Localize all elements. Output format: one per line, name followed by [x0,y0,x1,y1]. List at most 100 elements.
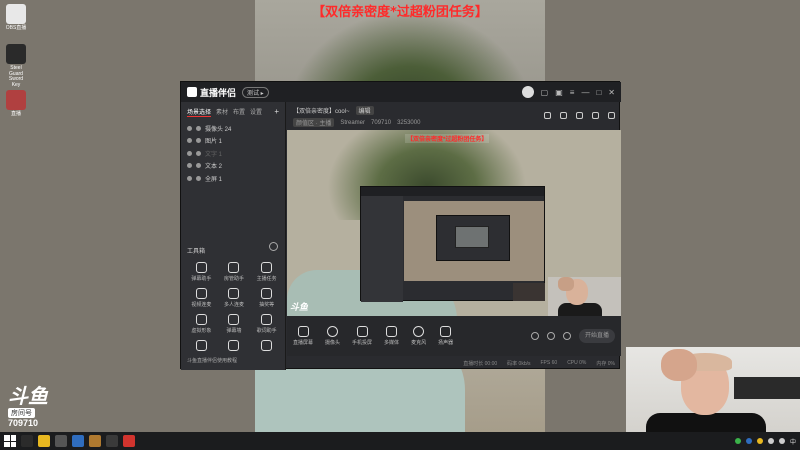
eye-icon[interactable] [187,138,192,144]
network-icon[interactable] [767,438,774,444]
tab-scene[interactable]: 场景选择 [187,107,212,117]
settings-icon[interactable] [547,332,555,340]
media-button[interactable]: 多媒体 [384,326,399,346]
tool-avatar[interactable]: 虚拟形象 [185,314,218,334]
play-icon [386,326,398,337]
window-controls: ▢ ▣ ≡ — □ ✕ [521,86,615,98]
eye-icon[interactable] [187,175,192,181]
source-item[interactable]: 摄像头 24 [181,122,285,135]
record-icon[interactable] [531,332,539,340]
status-item: CPU 0% [567,360,587,366]
right-panel: 【双倍亲密度】cool~ 编辑 颜值区 · 主播 Streamer 709710… [287,102,621,370]
explorer-icon[interactable] [38,435,50,447]
phone-cast-button[interactable]: 手机投屏 [352,326,372,346]
streamer-name: Streamer [340,119,366,126]
tool-extra[interactable] [218,340,251,353]
tool-lyrics[interactable]: 歌词助手 [250,314,283,334]
lock-icon[interactable] [196,125,201,131]
douyu-watermark: 斗鱼 房间号 709710 [8,385,70,428]
tray-icon[interactable] [745,438,752,444]
gear-icon[interactable] [563,332,571,340]
microphone-button[interactable]: 麦克风 [411,326,426,346]
task-view-icon[interactable] [55,435,67,447]
search-icon[interactable] [21,435,33,447]
close-icon[interactable]: ✕ [608,88,615,97]
avatar[interactable] [521,86,534,98]
start-icon[interactable] [4,435,16,447]
nested-left-panel [361,196,403,302]
tray-icon[interactable] [734,438,741,444]
lock-icon[interactable] [196,175,201,181]
desktop-icon-obs[interactable]: OBS直播 [4,4,28,32]
share-icon[interactable] [608,112,615,119]
system-tray: 中 [734,437,796,446]
source-item[interactable]: 文本 2 [181,160,285,173]
task-icon [261,262,273,273]
tool-room-manager[interactable]: 房管助手 [218,262,251,282]
tool-danmu-assistant[interactable]: 弹幕助手 [185,262,218,282]
maximize-icon[interactable]: □ [596,88,601,97]
gift-icon[interactable] [544,112,551,119]
status-item: FPS 60 [540,360,558,366]
volume-icon[interactable] [778,438,785,444]
tool-lottery[interactable]: 抽奖等 [250,288,283,308]
room-number: 709710 [8,418,39,428]
more-tools-icon[interactable] [269,242,278,251]
tool-extra[interactable] [250,340,283,353]
triangle-icon [228,340,240,351]
tray-icon[interactable] [756,438,763,444]
lock-icon[interactable] [560,112,567,119]
streaming-app-window: 直播伴侣 测试 ▸ ▢ ▣ ≡ — □ ✕ 场景选择 素材 布置 设置 + 摄像… [180,81,621,370]
app-titlebar: 直播伴侣 测试 ▸ ▢ ▣ ≡ — □ ✕ [181,82,621,102]
left-panel: 场景选择 素材 布置 设置 + 摄像头 24 图片 1 文字 1 文本 2 全屏… [181,102,286,370]
tool-video-link[interactable]: 视频连麦 [185,288,218,308]
version-badge[interactable]: 测试 ▸ [242,86,269,98]
input-method-indicator[interactable]: 中 [790,437,796,446]
tool-extra[interactable] [185,340,218,353]
add-source-icon[interactable]: + [274,107,279,117]
fan-icon[interactable] [576,112,583,119]
nested-titlebar [361,187,544,196]
lock-icon[interactable] [196,138,201,144]
message-icon[interactable]: ▢ [541,88,549,97]
room-title[interactable]: 【双倍亲密度】cool~ [293,106,350,115]
eye-icon[interactable] [187,150,192,156]
source-item[interactable]: 全屏 1 [181,172,285,185]
camera-source-preview[interactable] [548,277,621,321]
nested-inner-capture-2 [455,226,489,248]
edit-room-button[interactable]: 编辑 [355,106,374,115]
tool-multi-link[interactable]: 多人连麦 [218,288,251,308]
folder-icon[interactable] [106,435,118,447]
lock-icon[interactable] [196,163,201,169]
menu-icon[interactable]: ≡ [570,88,575,97]
tab-layout[interactable]: 布置 [233,107,245,117]
tool-danmu-wall[interactable]: 弹幕墙 [218,314,251,334]
source-item[interactable]: 文字 1 [181,147,285,160]
obs-icon [6,4,26,24]
tutorial-link[interactable]: 斗鱼直播伴侣使用教程 [187,357,237,364]
source-item[interactable]: 图片 1 [181,135,285,148]
minimize-icon[interactable]: — [581,88,589,97]
speaker-button[interactable]: 扬声器 [438,326,453,346]
eye-icon[interactable] [187,163,192,169]
category-badge[interactable]: 颜值区 · 主播 [293,118,335,127]
desktop-icon-sword-key[interactable]: Steel Guard Sword Key [4,44,28,88]
screen-capture-button[interactable]: 直播屏幕 [293,326,313,346]
streaming-app-taskbar-icon[interactable] [89,435,101,447]
tab-material[interactable]: 素材 [216,107,228,117]
nested-camera [513,283,545,301]
camera-button[interactable]: 摄像头 [325,326,340,346]
lock-icon[interactable] [196,150,201,156]
start-live-button[interactable]: 开始直播 [579,329,615,343]
status-item: 内存 0% [596,360,615,367]
nested-preview [404,201,544,281]
bell-icon[interactable] [592,112,599,119]
eye-icon[interactable] [187,125,192,131]
desktop-icon-live[interactable]: 直播 [4,90,28,118]
avatar-icon [195,314,207,325]
tab-settings[interactable]: 设置 [250,107,262,117]
skin-icon[interactable]: ▣ [555,88,563,97]
douyu-taskbar-icon[interactable] [123,435,135,447]
tool-host-task[interactable]: 主播任务 [250,262,283,282]
browser-icon[interactable] [72,435,84,447]
